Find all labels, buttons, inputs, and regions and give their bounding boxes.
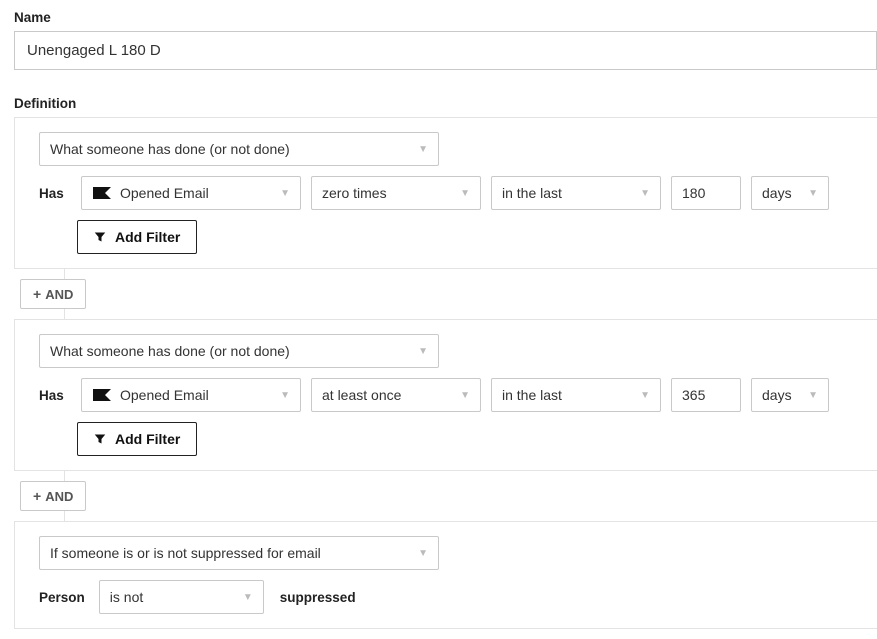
- number-input[interactable]: [671, 378, 741, 412]
- condition-type-select[interactable]: If someone is or is not suppressed for e…: [39, 536, 439, 570]
- condition-type-value: If someone is or is not suppressed for e…: [50, 545, 321, 561]
- chevron-down-icon: ▼: [640, 188, 650, 199]
- chevron-down-icon: ▼: [418, 144, 428, 155]
- name-label: Name: [14, 10, 877, 25]
- timeframe-select[interactable]: in the last ▼: [491, 176, 661, 210]
- event-select[interactable]: Opened Email ▼: [81, 176, 301, 210]
- chevron-down-icon: ▼: [418, 548, 428, 559]
- number-input[interactable]: [671, 176, 741, 210]
- event-select[interactable]: Opened Email ▼: [81, 378, 301, 412]
- operator-value: is not: [110, 589, 143, 605]
- unit-select[interactable]: days ▼: [751, 176, 829, 210]
- filter-icon: [94, 433, 106, 445]
- condition-block: If someone is or is not suppressed for e…: [14, 521, 877, 629]
- condition-block: What someone has done (or not done) ▼ Ha…: [14, 319, 877, 471]
- add-filter-button[interactable]: Add Filter: [77, 220, 197, 254]
- chevron-down-icon: ▼: [280, 390, 290, 401]
- add-filter-label: Add Filter: [115, 229, 180, 245]
- chevron-down-icon: ▼: [460, 390, 470, 401]
- connector: + AND: [20, 269, 877, 319]
- add-filter-button[interactable]: Add Filter: [77, 422, 197, 456]
- condition-type-value: What someone has done (or not done): [50, 141, 290, 157]
- condition-type-value: What someone has done (or not done): [50, 343, 290, 359]
- frequency-value: at least once: [322, 387, 401, 403]
- unit-select[interactable]: days ▼: [751, 378, 829, 412]
- operator-select[interactable]: is not ▼: [99, 580, 264, 614]
- filter-icon: [94, 231, 106, 243]
- and-label: AND: [45, 287, 73, 302]
- chevron-down-icon: ▼: [280, 188, 290, 199]
- timeframe-value: in the last: [502, 185, 562, 201]
- chevron-down-icon: ▼: [460, 188, 470, 199]
- frequency-select[interactable]: at least once ▼: [311, 378, 481, 412]
- connector: + AND: [20, 471, 877, 521]
- frequency-select[interactable]: zero times ▼: [311, 176, 481, 210]
- has-label: Has: [39, 388, 67, 403]
- timeframe-value: in the last: [502, 387, 562, 403]
- has-label: Has: [39, 186, 67, 201]
- condition-block: What someone has done (or not done) ▼ Ha…: [14, 117, 877, 269]
- chevron-down-icon: ▼: [243, 592, 253, 603]
- frequency-value: zero times: [322, 185, 387, 201]
- chevron-down-icon: ▼: [808, 390, 818, 401]
- timeframe-select[interactable]: in the last ▼: [491, 378, 661, 412]
- klaviyo-flag-icon: [92, 186, 112, 200]
- unit-value: days: [762, 387, 792, 403]
- chevron-down-icon: ▼: [808, 188, 818, 199]
- chevron-down-icon: ▼: [640, 390, 650, 401]
- add-filter-label: Add Filter: [115, 431, 180, 447]
- chevron-down-icon: ▼: [418, 346, 428, 357]
- klaviyo-flag-icon: [92, 388, 112, 402]
- plus-icon: +: [33, 286, 41, 302]
- and-label: AND: [45, 489, 73, 504]
- person-label: Person: [39, 590, 85, 605]
- name-input[interactable]: [14, 31, 877, 70]
- definition-label: Definition: [14, 96, 877, 111]
- suppressed-label: suppressed: [280, 590, 356, 605]
- event-value: Opened Email: [120, 387, 260, 403]
- plus-icon: +: [33, 488, 41, 504]
- condition-type-select[interactable]: What someone has done (or not done) ▼: [39, 132, 439, 166]
- event-value: Opened Email: [120, 185, 260, 201]
- and-button[interactable]: + AND: [20, 279, 86, 309]
- unit-value: days: [762, 185, 792, 201]
- and-button[interactable]: + AND: [20, 481, 86, 511]
- condition-type-select[interactable]: What someone has done (or not done) ▼: [39, 334, 439, 368]
